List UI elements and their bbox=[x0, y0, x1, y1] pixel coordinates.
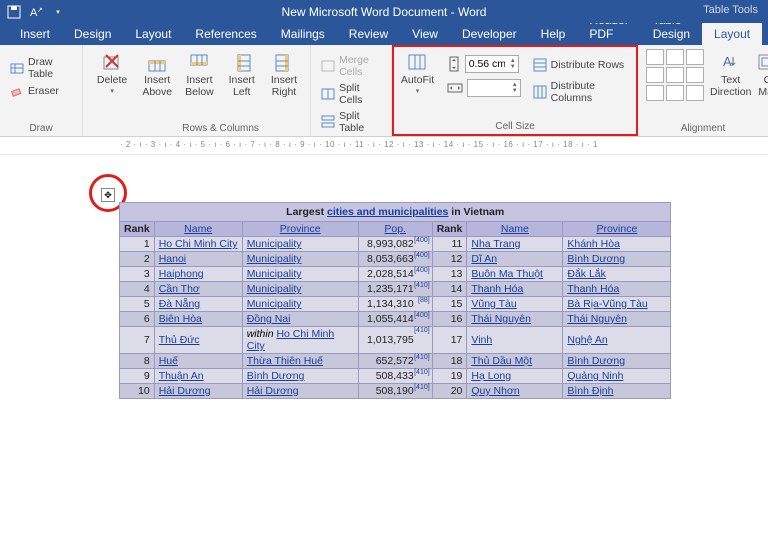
delete-label: Delete bbox=[97, 75, 127, 87]
split-table-button[interactable]: Split Table bbox=[319, 109, 383, 135]
tab-review[interactable]: Review bbox=[337, 23, 400, 45]
delete-button[interactable]: Delete ▾ bbox=[91, 49, 133, 95]
cell-margins-button[interactable]: C Mar bbox=[757, 49, 768, 98]
table-row[interactable]: 7Thủ Đứcwithin Ho Chi Minh City1,013,795… bbox=[120, 327, 671, 354]
save-icon[interactable] bbox=[6, 4, 22, 20]
title-bar: A↗ ▾ New Microsoft Word Document - Word … bbox=[0, 0, 768, 23]
insert-above-button[interactable]: Insert Above bbox=[139, 49, 175, 98]
draw-table-button[interactable]: Draw Table bbox=[8, 55, 74, 81]
touch-mode-icon[interactable]: A↗ bbox=[28, 4, 44, 20]
table-row[interactable]: 1Ho Chi Minh CityMunicipality8,993,082[4… bbox=[120, 237, 671, 252]
horizontal-ruler[interactable]: · 2 · ı · 3 · ı · 4 · ı · 5 · ı · 6 · ı … bbox=[0, 137, 768, 155]
distribute-cols-label: Distribute Columns bbox=[551, 80, 630, 104]
split-cells-label: Split Cells bbox=[339, 82, 381, 106]
text-direction-button[interactable]: A Text Direction bbox=[710, 49, 751, 98]
table-title: Largest cities and municipalities in Vie… bbox=[120, 203, 671, 222]
ribbon: Draw Table Eraser Draw Delete ▾ Insert A… bbox=[0, 45, 768, 137]
tab-layout[interactable]: Layout bbox=[123, 23, 183, 45]
col-province2[interactable]: Province bbox=[563, 222, 671, 237]
col-rank2[interactable]: Rank bbox=[432, 222, 467, 237]
insert-below-button[interactable]: Insert Below bbox=[181, 49, 217, 98]
table-row[interactable]: 4Cần ThơMunicipality1,235,171[410]14Than… bbox=[120, 282, 671, 297]
table-row[interactable]: 8HuếThừa Thiên Huế652,572[410]18Thủ Dầu … bbox=[120, 354, 671, 369]
insert-right-label: Insert Right bbox=[271, 75, 297, 98]
split-cells-button[interactable]: Split Cells bbox=[319, 81, 383, 107]
svg-text:↗: ↗ bbox=[37, 7, 43, 14]
qat-dropdown-icon[interactable]: ▾ bbox=[50, 4, 66, 20]
group-cellsize-label: Cell Size bbox=[398, 119, 632, 132]
tab-mailings[interactable]: Mailings bbox=[269, 23, 337, 45]
tab-developer[interactable]: Developer bbox=[450, 23, 529, 45]
tab-table-layout[interactable]: Layout bbox=[702, 23, 762, 45]
insert-left-label: Insert Left bbox=[229, 75, 255, 98]
table-row[interactable]: 3HaiphongMunicipality2,028,514[400]13Buô… bbox=[120, 267, 671, 282]
group-rows-cols-label: Rows & Columns bbox=[139, 121, 302, 134]
distribute-rows-button[interactable]: Distribute Rows bbox=[531, 57, 632, 73]
autofit-label: AutoFit bbox=[401, 75, 434, 87]
chevron-down-icon: ▾ bbox=[416, 87, 420, 95]
col-width-input[interactable]: ▲▼ bbox=[467, 79, 521, 97]
ruler-marks: · 2 · ı · 3 · ı · 4 · ı · 5 · ı · 6 · ı … bbox=[120, 140, 598, 149]
row-height-icon bbox=[447, 56, 461, 72]
col-rank[interactable]: Rank bbox=[120, 222, 155, 237]
distribute-cols-button[interactable]: Distribute Columns bbox=[531, 79, 632, 105]
eraser-label: Eraser bbox=[28, 85, 59, 97]
window-title: New Microsoft Word Document - Word bbox=[282, 5, 487, 19]
table-row[interactable]: 10Hải DươngHải Dương508,190[410]20Quy Nh… bbox=[120, 384, 671, 399]
split-table-label: Split Table bbox=[339, 110, 381, 134]
tab-design[interactable]: Design bbox=[62, 23, 123, 45]
insert-below-label: Insert Below bbox=[185, 75, 214, 98]
group-alignment-label: Alignment bbox=[646, 121, 760, 134]
insert-above-label: Insert Above bbox=[142, 75, 172, 98]
chevron-down-icon: ▾ bbox=[110, 87, 114, 95]
row-height-input[interactable]: ▲▼ bbox=[465, 55, 519, 73]
table-row[interactable]: 2HanoiMunicipality8,053,663[400]12Dĩ AnB… bbox=[120, 252, 671, 267]
distribute-rows-label: Distribute Rows bbox=[551, 59, 625, 71]
data-table[interactable]: Largest cities and municipalities in Vie… bbox=[119, 202, 671, 399]
merge-cells-label: Merge Cells bbox=[339, 54, 381, 78]
autofit-button[interactable]: AutoFit ▾ bbox=[398, 49, 436, 95]
ribbon-tabs: Insert Design Layout References Mailings… bbox=[0, 23, 768, 45]
table-row[interactable]: 9Thuận AnBình Dương508,433[410]19Hạ Long… bbox=[120, 369, 671, 384]
tab-help[interactable]: Help bbox=[529, 23, 578, 45]
eraser-button[interactable]: Eraser bbox=[8, 83, 74, 99]
title-link[interactable]: cities and municipalities bbox=[327, 206, 448, 218]
cell-margins-label: C Mar bbox=[758, 75, 768, 98]
table-row[interactable]: 6Biên HòaĐồng Nai1,055,414[400]16Thái Ng… bbox=[120, 312, 671, 327]
col-pop[interactable]: Pop. bbox=[358, 222, 432, 237]
tell-me-icon[interactable] bbox=[762, 23, 768, 45]
insert-left-button[interactable]: Insert Left bbox=[224, 49, 260, 98]
col-width-icon bbox=[447, 81, 463, 95]
col-name2[interactable]: Name bbox=[467, 222, 563, 237]
alignment-grid[interactable] bbox=[646, 49, 704, 101]
tab-view[interactable]: View bbox=[400, 23, 450, 45]
group-draw-label: Draw bbox=[8, 121, 74, 134]
text-direction-label: Text Direction bbox=[710, 75, 751, 98]
tab-insert[interactable]: Insert bbox=[8, 23, 62, 45]
col-name[interactable]: Name bbox=[154, 222, 242, 237]
merge-cells-button[interactable]: Merge Cells bbox=[319, 53, 383, 79]
contextual-tab-label: Table Tools bbox=[703, 4, 758, 16]
tab-references[interactable]: References bbox=[183, 23, 268, 45]
col-province[interactable]: Province bbox=[242, 222, 358, 237]
document-area: ✥ Largest cities and municipalities in V… bbox=[0, 155, 768, 533]
table-row[interactable]: 5Đà NẵngMunicipality1,134,310[88]15Vũng … bbox=[120, 297, 671, 312]
insert-right-button[interactable]: Insert Right bbox=[266, 49, 302, 98]
draw-table-label: Draw Table bbox=[28, 56, 72, 80]
svg-text:A: A bbox=[723, 54, 732, 69]
